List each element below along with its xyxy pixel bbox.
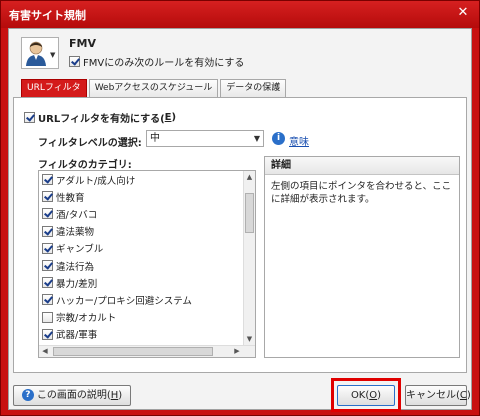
category-label: 違法薬物: [56, 227, 95, 239]
category-label: 酒/タバコ: [56, 209, 98, 221]
category-item[interactable]: 性教育: [39, 188, 245, 205]
dialog-body: ▼ FMV FMVにのみ次のルールを有効にする URLフィルタ Webアクセスの…: [8, 28, 472, 412]
ok-label: OK(: [350, 390, 370, 401]
checkbox-icon[interactable]: [42, 328, 53, 340]
access-key: E: [164, 112, 172, 123]
title-bar[interactable]: 有害サイト規制 ✕: [1, 1, 479, 28]
user-name: FMV: [69, 37, 96, 50]
category-label: ハッカー/プロキシ回避システム: [56, 295, 192, 307]
category-item[interactable]: アダルト/成人向け: [39, 171, 245, 188]
tab-url-filter[interactable]: URLフィルタ: [21, 79, 87, 97]
category-item[interactable]: ギャンブル: [39, 240, 245, 257]
scroll-down-icon[interactable]: ▼: [244, 333, 255, 345]
info-icon: i: [272, 132, 285, 145]
checkbox-icon[interactable]: [42, 277, 53, 289]
category-list[interactable]: アダルト/成人向け 性教育酒/タバコ違法薬物ギャンブル違法行為暴力/差別ハッカー/…: [38, 170, 256, 358]
label-suffix: ): [171, 112, 177, 123]
checkbox-icon[interactable]: [42, 225, 53, 237]
checkbox-icon[interactable]: [42, 174, 53, 186]
enable-url-filter-label: URLフィルタを有効にする(: [38, 114, 165, 125]
category-item[interactable]: 宗教/オカルト: [39, 309, 245, 326]
label-suffix: ): [377, 390, 382, 401]
apply-rule-label: FMVにのみ次のルールを有効にする: [83, 58, 245, 69]
access-key: O: [369, 390, 378, 401]
details-text: 左側の項目にポインタを合わせると、ここに詳細が表示されます。: [271, 181, 452, 205]
user-avatar-icon: [26, 41, 46, 66]
category-item[interactable]: 酒/タバコ: [39, 205, 245, 222]
category-item[interactable]: 違法行為: [39, 257, 245, 274]
window-title: 有害サイト規制: [9, 9, 86, 22]
filter-level-value: 中: [150, 133, 160, 144]
category-items: アダルト/成人向け 性教育酒/タバコ違法薬物ギャンブル違法行為暴力/差別ハッカー/…: [39, 171, 245, 357]
checkbox-icon[interactable]: [42, 208, 53, 220]
close-icon[interactable]: ✕: [455, 5, 471, 21]
url-filter-panel: URLフィルタを有効にする(E) フィルタレベルの選択: 中 ▼ i 意味 フィ…: [13, 97, 467, 373]
checkbox-icon[interactable]: [42, 294, 53, 306]
enable-url-filter-checkbox[interactable]: URLフィルタを有効にする(E): [24, 110, 176, 125]
scroll-right-icon[interactable]: ▶: [231, 346, 243, 357]
access-key: C: [459, 390, 467, 401]
checkbox-icon[interactable]: [42, 260, 53, 272]
scroll-thumb[interactable]: [245, 193, 254, 233]
tab-data-protection[interactable]: データの保護: [220, 79, 287, 97]
help-button[interactable]: ? この画面の説明(H): [13, 385, 131, 406]
details-panel: 詳細 左側の項目にポインタを合わせると、ここに詳細が表示されます。: [264, 156, 460, 358]
label-suffix: ): [118, 390, 123, 401]
category-item[interactable]: ハッカー/プロキシ回避システム: [39, 291, 245, 308]
category-label: 暴力/差別: [56, 278, 98, 290]
category-item[interactable]: 違法薬物: [39, 223, 245, 240]
category-label: 違法行為: [56, 261, 95, 273]
category-label: 性教育: [56, 192, 85, 204]
cancel-label: キャンセル(: [406, 390, 460, 401]
parental-control-dialog: 有害サイト規制 ✕ ▼ FMV FMVにのみ次のルールを有効にする URLフィル…: [0, 0, 480, 416]
checkbox-icon[interactable]: [42, 191, 53, 203]
category-item[interactable]: 武器/軍事: [39, 326, 245, 343]
checkbox-icon[interactable]: [69, 56, 80, 67]
checkbox-icon[interactable]: [24, 112, 35, 123]
category-label: アダルト/成人向け: [56, 175, 136, 187]
categories-label: フィルタのカテゴリ:: [38, 160, 132, 171]
help-label: この画面の説明(: [36, 390, 111, 401]
chevron-down-icon[interactable]: ▼: [50, 51, 55, 59]
details-header: 詳細: [265, 157, 459, 175]
filter-level-select[interactable]: 中 ▼: [146, 130, 264, 147]
horizontal-scrollbar[interactable]: ◀ ▶: [39, 345, 255, 357]
scroll-thumb[interactable]: [53, 347, 213, 356]
checkbox-icon[interactable]: [42, 311, 53, 323]
checkbox-icon[interactable]: [42, 242, 53, 254]
tab-bar: URLフィルタ Webアクセスのスケジュール データの保護: [21, 79, 288, 97]
user-selector[interactable]: ▼: [21, 37, 59, 69]
scroll-left-icon[interactable]: ◀: [39, 346, 51, 357]
filter-level-label: フィルタレベルの選択:: [38, 138, 142, 149]
tab-web-access-schedule[interactable]: Webアクセスのスケジュール: [88, 79, 219, 97]
scroll-up-icon[interactable]: ▲: [244, 171, 255, 183]
category-label: 宗教/オカルト: [56, 313, 117, 325]
apply-rule-checkbox[interactable]: FMVにのみ次のルールを有効にする: [69, 54, 244, 69]
category-label: 武器/軍事: [56, 330, 98, 342]
category-label: ギャンブル: [56, 244, 104, 256]
category-item[interactable]: 暴力/差別: [39, 274, 245, 291]
ok-button[interactable]: OK(O): [337, 385, 395, 406]
meaning-link[interactable]: 意味: [289, 133, 309, 148]
chevron-down-icon[interactable]: ▼: [254, 131, 260, 146]
label-suffix: ): [466, 390, 471, 401]
help-icon: ?: [21, 389, 34, 401]
vertical-scrollbar[interactable]: ▲ ▼: [243, 171, 255, 345]
cancel-button[interactable]: キャンセル(C): [405, 385, 471, 406]
